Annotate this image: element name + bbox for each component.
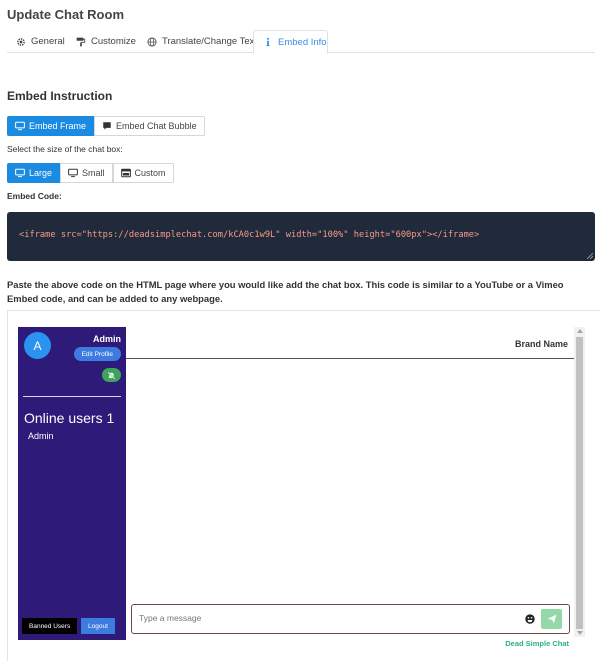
monitor-icon: [15, 168, 25, 178]
monitor-icon: [15, 121, 25, 131]
sidebar-divider: [23, 396, 121, 397]
monitor-icon: [68, 168, 78, 178]
embed-code-text: <iframe src="https://deadsimplechat.com/…: [19, 230, 480, 240]
gear-icon: [17, 37, 25, 46]
scroll-up-arrow[interactable]: [577, 329, 583, 333]
banned-users-button[interactable]: Banned Users: [22, 618, 78, 634]
footer-brand-link[interactable]: Dead Simple Chat: [505, 639, 569, 648]
info-icon: [266, 37, 270, 47]
tab-label: Customize: [91, 36, 136, 47]
header-divider: [126, 358, 574, 359]
size-large-label: Large: [29, 168, 53, 178]
online-users-title: Online users 1: [24, 410, 115, 426]
size-large-button[interactable]: Large: [7, 163, 61, 183]
online-user-item[interactable]: Admin: [28, 431, 54, 441]
chat-sidebar: A Admin Edit Profile Online users 1 Admi…: [18, 327, 126, 640]
admin-name: Admin: [93, 334, 121, 344]
emoji-icon[interactable]: [525, 614, 535, 624]
size-small-button[interactable]: Small: [60, 163, 113, 183]
size-custom-label: Custom: [134, 168, 166, 178]
size-group: Large Small Custom: [7, 163, 174, 183]
embed-frame-button[interactable]: Embed Frame: [7, 116, 95, 136]
embed-instruction-heading: Embed Instruction: [7, 89, 113, 103]
tab-general[interactable]: General: [7, 30, 74, 53]
logout-button[interactable]: Logout: [81, 618, 115, 634]
scrollbar[interactable]: [574, 327, 585, 637]
size-label: Select the size of the chat box:: [7, 144, 123, 154]
tab-embed-info[interactable]: Embed Info: [253, 30, 328, 54]
tab-label: Embed Info: [278, 36, 327, 48]
paper-plane-icon: [547, 614, 556, 624]
globe-icon: [147, 37, 157, 46]
tab-bar: General Customize Translate/Change Text …: [7, 30, 595, 54]
send-button[interactable]: [541, 609, 562, 629]
embed-note: Paste the above code on the HTML page wh…: [7, 279, 564, 304]
embed-frame-label: Embed Frame: [29, 121, 87, 131]
message-input[interactable]: Type a message: [131, 604, 570, 634]
chat-area: Brand Name Type a message: [126, 327, 574, 640]
page-title: Update Chat Room: [7, 7, 124, 22]
message-placeholder: Type a message: [139, 613, 202, 623]
size-custom-button[interactable]: Custom: [112, 163, 174, 183]
brand-name: Brand Name: [514, 339, 568, 349]
paint-roller-icon: [76, 37, 86, 46]
embed-chat-bubble-label: Embed Chat Bubble: [116, 121, 197, 131]
edit-profile-button[interactable]: Edit Profile: [73, 347, 121, 361]
bell-slash-icon: [107, 371, 116, 379]
embed-code-label: Embed Code:: [7, 191, 62, 201]
comment-icon: [103, 122, 111, 130]
size-small-label: Small: [82, 168, 105, 178]
embed-type-group: Embed Frame Embed Chat Bubble: [7, 116, 205, 136]
avatar[interactable]: A: [24, 332, 51, 359]
tab-label: Translate/Change Text: [162, 36, 258, 47]
tab-translate[interactable]: Translate/Change Text: [138, 30, 258, 53]
tab-customize[interactable]: Customize: [67, 30, 145, 53]
tab-label: General: [31, 36, 65, 47]
embed-code-textarea[interactable]: <iframe src="https://deadsimplechat.com/…: [7, 212, 595, 261]
embed-chat-bubble-button[interactable]: Embed Chat Bubble: [94, 116, 205, 136]
scroll-down-arrow[interactable]: [577, 631, 583, 635]
window-icon: [120, 168, 131, 178]
scroll-thumb[interactable]: [576, 337, 583, 629]
resize-grip-icon[interactable]: [587, 253, 593, 259]
notification-toggle-button[interactable]: [102, 368, 121, 382]
